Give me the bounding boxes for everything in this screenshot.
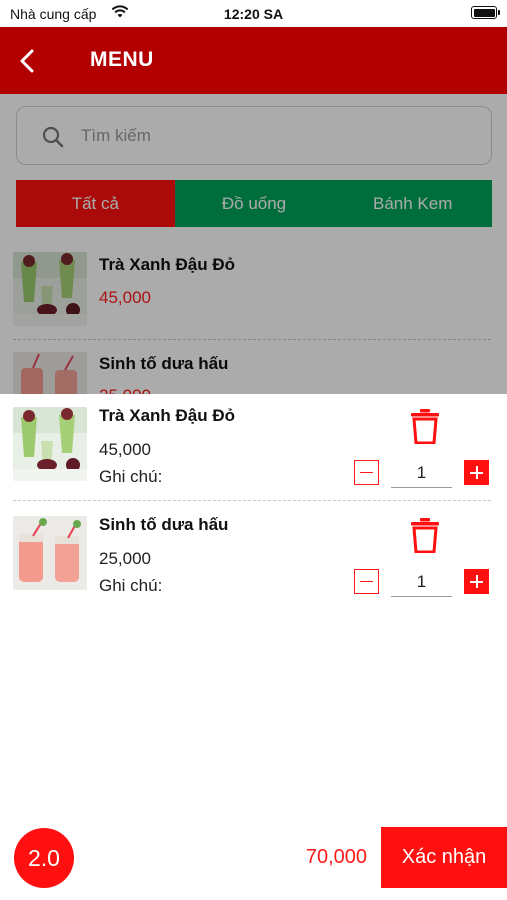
- increase-quantity-button[interactable]: [464, 569, 489, 594]
- cart-item-name: Trà Xanh Đậu Đỏ: [99, 406, 236, 425]
- divider: [13, 500, 491, 501]
- cart-item-price: 45,000: [99, 440, 151, 459]
- cart-count-badge: 2.0: [14, 828, 74, 888]
- page-title: MENU: [90, 48, 154, 71]
- watermelon-smoothie-image: [13, 516, 87, 590]
- nav-bar: MENU: [0, 27, 507, 94]
- back-icon[interactable]: [16, 47, 40, 75]
- total-price: 70,000: [305, 846, 367, 868]
- decrease-quantity-button[interactable]: [354, 569, 379, 594]
- quantity-field[interactable]: [391, 567, 452, 597]
- confirm-button[interactable]: Xác nhận: [381, 827, 507, 888]
- decrease-quantity-button[interactable]: [354, 460, 379, 485]
- trash-icon[interactable]: [410, 408, 440, 444]
- cart-item: Trà Xanh Đậu Đỏ 45,000 Ghi chú:: [0, 394, 507, 504]
- cart-item-name: Sinh tố dưa hấu: [99, 515, 229, 534]
- cart-sheet: Trà Xanh Đậu Đỏ 45,000 Ghi chú: Sinh tố …: [0, 394, 507, 900]
- modal-overlay[interactable]: [0, 94, 507, 394]
- cart-item-price: 25,000: [99, 549, 151, 568]
- status-bar: Nhà cung cấp 12:20 SA: [0, 0, 507, 27]
- increase-quantity-button[interactable]: [464, 460, 489, 485]
- note-label[interactable]: Ghi chú:: [99, 467, 162, 487]
- battery-icon: [471, 6, 500, 19]
- cart-item: Sinh tố dưa hấu 25,000 Ghi chú:: [0, 503, 507, 613]
- green-tea-red-bean-image: [13, 407, 87, 481]
- note-label[interactable]: Ghi chú:: [99, 576, 162, 596]
- quantity-field[interactable]: [391, 458, 452, 488]
- clock: 12:20 SA: [223, 6, 284, 22]
- trash-icon[interactable]: [410, 517, 440, 553]
